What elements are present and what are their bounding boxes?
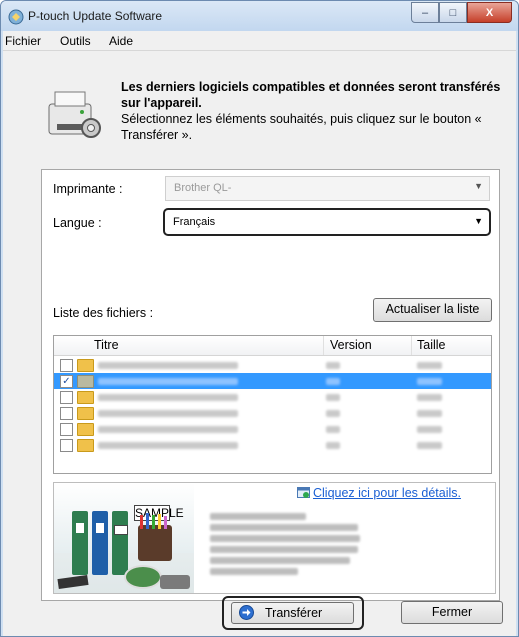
binder-image xyxy=(92,511,108,575)
minimize-button[interactable]: – xyxy=(411,2,439,23)
folder-icon xyxy=(77,439,94,452)
app-icon xyxy=(8,9,24,25)
window-title: P-touch Update Software xyxy=(28,9,163,23)
description-text xyxy=(210,535,360,542)
row-size xyxy=(417,442,442,449)
column-version[interactable]: Version xyxy=(324,336,412,355)
details-info-icon xyxy=(297,487,310,498)
row-size xyxy=(417,394,442,401)
header-bold-text: Les derniers logiciels compatibles et do… xyxy=(121,80,501,110)
printer-select: Brother QL- ▼ xyxy=(165,176,490,201)
menu-aide[interactable]: Aide xyxy=(109,34,133,48)
row-checkbox[interactable] xyxy=(60,359,73,372)
row-title xyxy=(98,410,238,417)
transfer-highlight: Transférer xyxy=(222,596,364,630)
description-text xyxy=(210,568,298,575)
list-header: Titre Version Taille xyxy=(54,336,491,356)
row-size xyxy=(417,362,442,369)
row-version xyxy=(326,394,340,401)
column-title[interactable]: Titre xyxy=(54,336,324,355)
binder-image xyxy=(112,511,128,575)
description-text xyxy=(210,546,358,553)
row-title xyxy=(98,442,238,449)
folder-icon xyxy=(77,391,94,404)
printer-label: Imprimante : xyxy=(53,182,123,196)
menu-fichier[interactable]: Fichier xyxy=(5,34,41,48)
maximize-button[interactable]: □ xyxy=(439,2,467,23)
refresh-list-button[interactable]: Actualiser la liste xyxy=(373,298,492,322)
table-row[interactable] xyxy=(54,357,491,373)
row-version xyxy=(326,362,340,369)
table-row[interactable] xyxy=(54,437,491,453)
table-row[interactable] xyxy=(54,405,491,421)
details-link[interactable]: Cliquez ici pour les détails. xyxy=(313,486,461,500)
language-select[interactable]: Français ▼ xyxy=(163,208,491,236)
folder-icon xyxy=(77,407,94,420)
transfer-label: Transférer xyxy=(265,606,323,620)
row-checkbox[interactable] xyxy=(60,391,73,404)
main-panel: Imprimante : Brother QL- ▼ Langue : Fran… xyxy=(41,169,500,601)
menu-bar: Fichier Outils Aide xyxy=(3,31,516,51)
row-title xyxy=(98,394,238,401)
row-version xyxy=(326,410,340,417)
folder-icon xyxy=(77,423,94,436)
printer-update-icon xyxy=(48,91,101,138)
row-checkbox[interactable]: ✓ xyxy=(60,375,73,388)
folder-icon xyxy=(77,359,94,372)
close-button[interactable]: Fermer xyxy=(401,601,503,624)
row-title xyxy=(98,378,238,385)
arrow-right-icon xyxy=(239,605,254,620)
header-message: Les derniers logiciels compatibles et do… xyxy=(121,79,501,143)
row-size xyxy=(417,410,442,417)
printer-value: Brother QL- xyxy=(174,182,232,194)
folder-gray-icon xyxy=(77,375,94,388)
transfer-button[interactable]: Transférer xyxy=(231,602,354,624)
description-text xyxy=(210,524,358,531)
chevron-down-icon: ▼ xyxy=(474,181,483,191)
row-size xyxy=(417,426,442,433)
column-size[interactable]: Taille xyxy=(412,336,491,355)
dialog-client: Les derniers logiciels compatibles et do… xyxy=(3,51,516,636)
row-title xyxy=(98,426,238,433)
app-window: P-touch Update Software – □ X Fichier Ou… xyxy=(0,0,519,637)
row-size xyxy=(417,378,442,385)
menu-outils[interactable]: Outils xyxy=(60,34,91,48)
close-window-button[interactable]: X xyxy=(467,2,512,23)
row-checkbox[interactable] xyxy=(60,407,73,420)
language-label: Langue : xyxy=(53,216,102,230)
details-pane: SAMPLE Cliquez ici pour les détails. xyxy=(53,482,496,594)
binder-image xyxy=(72,511,88,575)
description-text xyxy=(210,513,306,520)
row-version xyxy=(326,378,340,385)
row-version xyxy=(326,442,340,449)
chevron-down-icon: ▼ xyxy=(474,216,483,226)
file-list-label: Liste des fichiers : xyxy=(53,306,154,320)
product-photo: SAMPLE xyxy=(54,483,194,593)
row-version xyxy=(326,426,340,433)
row-title xyxy=(98,362,238,369)
table-row[interactable] xyxy=(54,389,491,405)
table-row[interactable]: ✓ xyxy=(54,373,491,389)
header-instruction: Sélectionnez les éléments souhaités, pui… xyxy=(121,112,482,142)
row-checkbox[interactable] xyxy=(60,423,73,436)
file-listview[interactable]: Titre Version Taille ✓ xyxy=(53,335,492,474)
language-value: Français xyxy=(173,216,216,228)
caption-buttons: – □ X xyxy=(411,2,512,23)
title-bar[interactable]: P-touch Update Software – □ X xyxy=(1,1,518,31)
description-text xyxy=(210,557,350,564)
row-checkbox[interactable] xyxy=(60,439,73,452)
table-row[interactable] xyxy=(54,421,491,437)
